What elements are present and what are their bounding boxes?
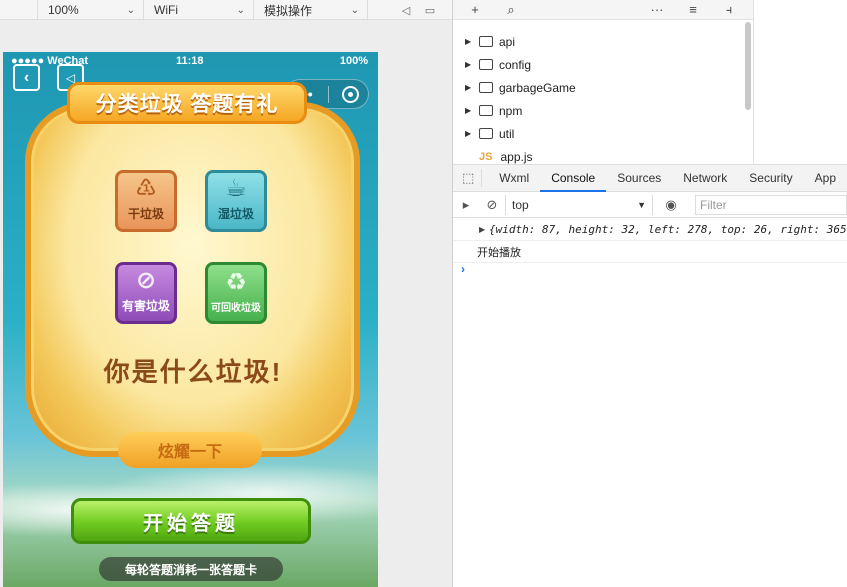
operation-value: 模拟操作 — [264, 3, 313, 18]
folder-icon — [479, 82, 493, 93]
inspect-icon[interactable]: ⬚ — [455, 169, 483, 187]
ide-panel: + ⌕ ··· ≡ ⫞ ▶ api ▶ config ▶ garbageGame ▶ n… — [453, 0, 847, 587]
network-value: WiFi — [154, 3, 178, 17]
caret-right-icon: ▶ — [465, 83, 472, 92]
start-quiz-button[interactable]: 开始答题 — [71, 498, 311, 544]
tree-item-label: util — [499, 126, 515, 141]
tile-label: 有害垃圾 — [121, 299, 170, 313]
eye-icon[interactable]: ◉ — [653, 197, 689, 213]
tree-item-label: api — [499, 34, 516, 49]
caret-right-icon: ▶ — [465, 37, 472, 46]
tree-item-label: npm — [499, 103, 523, 118]
tree-item-label: app.js — [500, 149, 533, 164]
zoom-select[interactable]: 100% ⌄ — [38, 0, 144, 20]
collapse-icon[interactable]: ≡ — [675, 2, 711, 17]
folder-icon — [479, 36, 493, 47]
context-select[interactable]: top ▼ — [505, 194, 653, 215]
clear-console-icon[interactable]: ⊘ — [479, 197, 505, 213]
tile-hazardous-waste[interactable]: ⊘ 有害垃圾 — [115, 262, 177, 324]
tile-label: 可回收垃圾 — [211, 303, 261, 314]
tree-item-config[interactable]: ▶ config — [453, 53, 743, 76]
add-icon[interactable]: + — [457, 2, 493, 17]
tree-item-util[interactable]: ▶ util — [453, 122, 743, 145]
file-toolbar: + ⌕ ··· ≡ ⫞ — [453, 0, 753, 20]
chevron-down-icon: ⌄ — [126, 4, 135, 16]
tree-item-label: config — [499, 57, 532, 72]
tab-security[interactable]: Security — [738, 165, 803, 192]
tile-dry-waste[interactable]: ♳ 干垃圾 — [115, 170, 177, 232]
simulator-toolbar: 100% ⌄ WiFi ⌄ 模拟操作 ⌄ ◁ ▭ — [0, 0, 452, 20]
log-text: 开始播放 — [477, 246, 521, 259]
wet-waste-icon: ☕ — [225, 175, 247, 202]
question-text: 你是什么垃圾! — [103, 357, 283, 387]
battery: 100% — [339, 55, 368, 67]
game-board — [25, 102, 360, 457]
file-tree: ▶ api ▶ config ▶ garbageGame ▶ npm ▶ util JS a… — [453, 30, 743, 168]
caret-right-icon: ▶ — [465, 129, 472, 138]
dry-waste-icon: ♳ — [135, 175, 157, 202]
title-banner: 分类垃圾 答题有礼 — [67, 82, 307, 124]
show-off-button[interactable]: 炫耀一下 — [118, 432, 262, 468]
tree-divider — [753, 0, 754, 164]
recyclable-icon: ♻ — [225, 269, 247, 296]
devtools-tabbar: ⬚ Wxml Console Sources Network Security … — [453, 164, 847, 192]
hazardous-waste-icon: ⊘ — [135, 267, 157, 294]
folder-icon — [479, 59, 493, 70]
expand-icon[interactable]: ▶ — [479, 225, 485, 234]
tab-network[interactable]: Network — [672, 165, 738, 192]
tree-item-label: garbageGame — [499, 80, 576, 95]
folder-icon — [479, 128, 493, 139]
search-icon[interactable]: ⌕ — [493, 2, 529, 18]
operation-select[interactable]: 模拟操作 ⌄ — [254, 0, 368, 20]
console-log-row: 开始播放 — [453, 241, 847, 263]
context-value: top — [512, 197, 529, 212]
js-file-icon: JS — [479, 150, 493, 163]
tile-label: 湿垃圾 — [217, 207, 254, 221]
caret-right-icon: ▶ — [465, 60, 472, 69]
tile-label: 干垃圾 — [127, 207, 164, 221]
sound-icon[interactable]: ◁ — [394, 0, 418, 20]
chevron-down-icon: ⌄ — [350, 4, 359, 16]
tab-console[interactable]: Console — [540, 165, 607, 192]
capsule-divider — [328, 86, 329, 103]
phone-screen: ●●●●● WeChat 11:18 100% ‹ ◁ ••• 分类垃圾 答题有… — [3, 52, 378, 587]
console-prompt[interactable]: › — [461, 262, 465, 276]
close-icon[interactable] — [342, 86, 359, 103]
tab-app[interactable]: App — [804, 165, 847, 192]
tile-recyclable[interactable]: ♻ 可回收垃圾 — [205, 262, 267, 324]
back-icon[interactable]: ‹ — [13, 64, 40, 91]
tab-wxml[interactable]: Wxml — [488, 165, 540, 192]
more-icon[interactable]: ··· — [639, 2, 675, 17]
tree-item-npm[interactable]: ▶ npm — [453, 99, 743, 122]
tip-text: 每轮答题消耗一张答题卡 — [99, 557, 283, 581]
console-log-row[interactable]: ▶ {width: 87, height: 32, left: 278, top… — [453, 219, 847, 241]
split-icon[interactable]: ⫞ — [711, 2, 747, 18]
network-select[interactable]: WiFi ⌄ — [144, 0, 254, 20]
window-icon[interactable]: ▭ — [418, 0, 442, 20]
tree-scrollbar[interactable] — [745, 22, 751, 110]
console-toolbar: ▸ ⊘ top ▼ ◉ Filter — [453, 192, 847, 218]
clock: 11:18 — [176, 55, 204, 67]
spacer — [0, 0, 38, 20]
sidebar-toggle-icon[interactable]: ▸ — [453, 197, 479, 213]
folder-icon — [479, 105, 493, 116]
chevron-down-icon: ⌄ — [236, 4, 245, 16]
tile-wet-waste[interactable]: ☕ 湿垃圾 — [205, 170, 267, 232]
log-object: {width: 87, height: 32, left: 278, top: … — [489, 223, 847, 236]
filter-input[interactable]: Filter — [695, 194, 847, 215]
caret-right-icon: ▶ — [465, 106, 472, 115]
caret-down-icon: ▼ — [637, 199, 646, 210]
tree-item-api[interactable]: ▶ api — [453, 30, 743, 53]
tab-sources[interactable]: Sources — [606, 165, 672, 192]
tree-item-garbagegame[interactable]: ▶ garbageGame — [453, 76, 743, 99]
zoom-value: 100% — [48, 3, 79, 17]
